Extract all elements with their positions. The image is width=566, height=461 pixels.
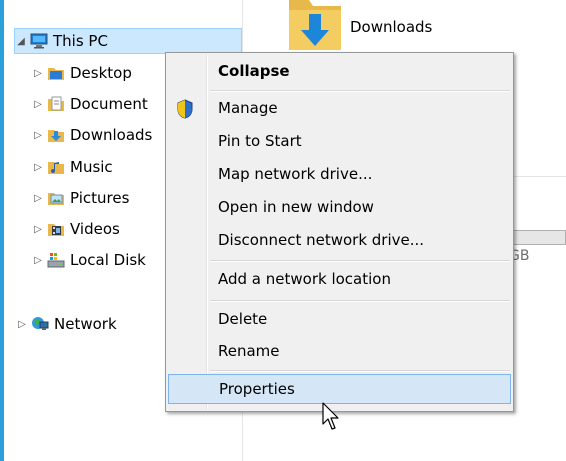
- pictures-folder-icon: [47, 190, 65, 206]
- menu-item-label: Properties: [219, 380, 295, 398]
- tree-item-label: Downloads: [70, 126, 153, 144]
- tree-item-pictures[interactable]: ▷ Pictures: [32, 185, 129, 211]
- downloads-folder-icon: [47, 127, 65, 143]
- menu-item-label: Delete: [218, 310, 268, 328]
- menu-item-label: Open in new window: [218, 198, 374, 216]
- menu-item-add-network-location[interactable]: Add a network location: [168, 264, 511, 294]
- local-disk-icon: [47, 252, 65, 268]
- menu-item-disconnect-network-drive[interactable]: Disconnect network drive...: [168, 225, 511, 255]
- this-pc-icon: [30, 33, 48, 49]
- uac-shield-icon: [176, 99, 194, 119]
- tree-item-label: Network: [54, 315, 117, 333]
- menu-item-label: Disconnect network drive...: [218, 231, 425, 249]
- menu-item-label: Add a network location: [218, 270, 391, 288]
- collapsed-chevron-icon[interactable]: ▷: [32, 224, 44, 235]
- collapsed-chevron-icon[interactable]: ▷: [32, 255, 44, 266]
- documents-folder-icon: [47, 96, 65, 112]
- menu-separator: [210, 300, 510, 302]
- collapsed-chevron-icon[interactable]: ▷: [16, 319, 28, 330]
- menu-item-label: Collapse: [218, 62, 290, 80]
- tree-item-desktop[interactable]: ▷ Desktop: [32, 60, 132, 86]
- menu-item-label: Map network drive...: [218, 165, 373, 183]
- menu-item-manage[interactable]: Manage: [168, 93, 511, 123]
- tree-item-local-disk[interactable]: ▷ Local Disk: [32, 247, 146, 273]
- tree-item-label: This PC: [53, 32, 108, 50]
- tree-item-downloads[interactable]: ▷ Downloads: [32, 122, 152, 148]
- mouse-pointer-icon: [322, 402, 344, 432]
- music-folder-icon: [47, 159, 65, 175]
- tree-item-music[interactable]: ▷ Music: [32, 154, 113, 180]
- menu-separator: [210, 260, 510, 262]
- tree-item-label: Document: [70, 95, 148, 113]
- menu-item-rename[interactable]: Rename: [168, 336, 511, 366]
- menu-item-map-network-drive[interactable]: Map network drive...: [168, 159, 511, 189]
- tree-item-label: Local Disk: [70, 251, 146, 269]
- menu-separator: [210, 370, 510, 372]
- menu-separator: [210, 90, 510, 92]
- menu-item-collapse[interactable]: Collapse: [168, 56, 511, 86]
- tree-item-label: Music: [70, 158, 113, 176]
- collapsed-chevron-icon[interactable]: ▷: [32, 162, 44, 173]
- collapsed-chevron-icon[interactable]: ▷: [32, 193, 44, 204]
- context-menu: Collapse Manage Pin to Start Map network…: [165, 52, 514, 412]
- collapsed-chevron-icon[interactable]: ▷: [32, 99, 44, 110]
- desktop-folder-icon: [47, 65, 65, 81]
- tree-item-this-pc[interactable]: ◢ This PC: [14, 28, 242, 54]
- downloads-folder-large-icon[interactable]: [287, 0, 345, 52]
- menu-item-label: Pin to Start: [218, 132, 302, 150]
- downloads-folder-label[interactable]: Downloads: [350, 18, 432, 36]
- menu-item-open-in-new-window[interactable]: Open in new window: [168, 192, 511, 222]
- tree-item-network[interactable]: ▷ Network: [16, 311, 117, 337]
- disk-usage-bar: [511, 230, 566, 245]
- menu-item-label: Rename: [218, 342, 280, 360]
- network-icon: [31, 316, 49, 332]
- videos-folder-icon: [47, 221, 65, 237]
- tree-item-label: Videos: [70, 220, 120, 238]
- collapsed-chevron-icon[interactable]: ▷: [32, 130, 44, 141]
- tree-item-label: Pictures: [70, 189, 130, 207]
- tree-item-videos[interactable]: ▷ Videos: [32, 216, 120, 242]
- menu-item-label: Manage: [218, 99, 278, 117]
- collapsed-chevron-icon[interactable]: ▷: [32, 68, 44, 79]
- expanded-chevron-icon[interactable]: ◢: [15, 36, 27, 47]
- tree-item-label: Desktop: [70, 64, 132, 82]
- tree-item-documents[interactable]: ▷ Document: [32, 91, 148, 117]
- menu-item-properties[interactable]: Properties: [168, 374, 511, 404]
- menu-item-delete[interactable]: Delete: [168, 304, 511, 334]
- menu-item-pin-to-start[interactable]: Pin to Start: [168, 126, 511, 156]
